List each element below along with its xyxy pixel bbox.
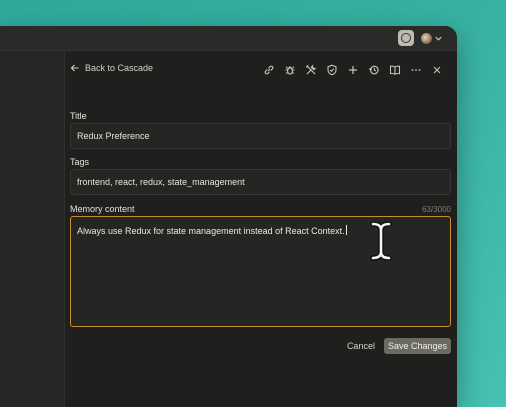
- tools-icon: [305, 64, 317, 75]
- cancel-button[interactable]: Cancel: [347, 341, 375, 351]
- title-label: Title: [70, 111, 87, 121]
- shield-button[interactable]: [323, 61, 340, 79]
- tags-input[interactable]: frontend, react, redux, state_management: [70, 169, 451, 195]
- form-actions: Cancel Save Changes: [347, 338, 451, 354]
- account-menu-button[interactable]: [420, 30, 444, 46]
- avatar: [421, 32, 432, 44]
- arrow-left-icon: [70, 64, 79, 72]
- left-pane: [0, 51, 65, 407]
- tools-button[interactable]: [302, 61, 319, 79]
- bug-icon: [285, 66, 294, 75]
- more-icon: [411, 69, 420, 71]
- chevron-down-icon: [435, 36, 442, 41]
- memory-content-label: Memory content: [70, 204, 135, 214]
- memory-content-textarea[interactable]: Always use Redux for state management in…: [70, 216, 451, 327]
- add-button[interactable]: [344, 61, 361, 79]
- toolbar: [260, 61, 445, 79]
- back-label: Back to Cascade: [85, 63, 154, 73]
- app-window: Back to Cascade Title Redux Preference T…: [0, 26, 457, 407]
- book-icon: [389, 65, 400, 75]
- history-button[interactable]: [365, 61, 382, 79]
- title-input[interactable]: Redux Preference: [70, 123, 451, 149]
- extension-icon: [401, 33, 411, 43]
- more-button[interactable]: [407, 61, 424, 79]
- close-icon: [433, 66, 440, 74]
- tags-value: frontend, react, redux, state_management: [77, 177, 245, 187]
- back-to-cascade-link[interactable]: Back to Cascade: [70, 63, 153, 73]
- tags-label: Tags: [70, 157, 90, 167]
- shield-icon: [326, 64, 337, 76]
- memory-content-value: Always use Redux for state management in…: [77, 226, 345, 236]
- link-button[interactable]: [260, 61, 277, 79]
- history-icon: [368, 65, 379, 75]
- bug-button[interactable]: [281, 61, 298, 79]
- docs-button[interactable]: [386, 61, 403, 79]
- panel-header: Back to Cascade: [65, 57, 457, 85]
- memory-editor-panel: Back to Cascade Title Redux Preference T…: [65, 51, 457, 407]
- save-changes-button[interactable]: Save Changes: [383, 338, 451, 354]
- link-icon: [264, 65, 273, 75]
- extension-button[interactable]: [398, 30, 414, 46]
- character-counter: 63/3000: [422, 205, 451, 214]
- ibeam-cursor-icon: [370, 221, 392, 261]
- close-button[interactable]: [428, 61, 445, 79]
- title-bar: [0, 26, 457, 51]
- title-value: Redux Preference: [77, 131, 150, 141]
- plus-icon: [348, 66, 357, 74]
- text-caret: [345, 225, 347, 235]
